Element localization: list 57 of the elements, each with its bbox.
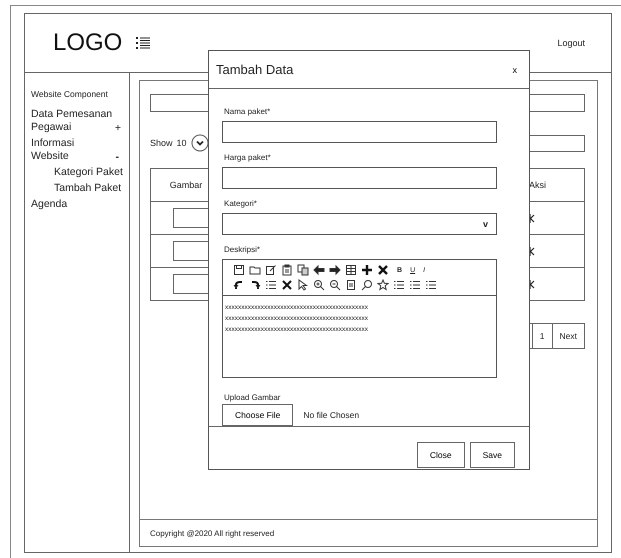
expand-toggle[interactable]: + (114, 122, 123, 134)
field-label: Nama paket* (224, 107, 272, 116)
copy-icon[interactable] (297, 264, 309, 276)
sidebar-item[interactable]: Informasi Website (31, 137, 112, 163)
list-icon[interactable] (425, 279, 437, 291)
cross-icon[interactable] (377, 264, 389, 276)
cross-icon[interactable] (281, 279, 293, 291)
left-icon[interactable] (313, 264, 325, 276)
action-icon[interactable] (529, 280, 535, 288)
paste-icon[interactable] (281, 264, 293, 276)
file-status: No file Chosen (303, 410, 360, 420)
action-icon[interactable] (529, 246, 535, 256)
sidebar-title: Website Component (31, 89, 109, 99)
logout-link[interactable]: Logout (557, 38, 585, 48)
zoomin-icon[interactable] (313, 279, 325, 291)
search-icon[interactable] (361, 279, 373, 291)
save-icon[interactable] (233, 264, 245, 276)
sidebar-item[interactable]: Data Pemesanan Pegawai (31, 108, 115, 134)
page-icon[interactable] (345, 279, 357, 291)
undo-icon[interactable] (233, 279, 245, 291)
dialog-button[interactable]: Save (470, 442, 515, 468)
list-icon[interactable] (393, 279, 405, 291)
action-icon[interactable] (529, 214, 535, 222)
select-field[interactable]: v (222, 213, 497, 235)
list-icon[interactable] (409, 279, 421, 291)
right-icon[interactable] (329, 264, 341, 276)
field-label: Upload Gambar (224, 393, 282, 402)
pagination-button[interactable]: 1 (532, 323, 553, 349)
list-icon[interactable] (265, 279, 277, 291)
field-label: Harga paket* (224, 153, 272, 162)
copyright-text: Copyright @2020 All right reserved (150, 528, 274, 538)
sidebar-subitem[interactable]: Tambah Paket (31, 182, 123, 195)
sidebar-item[interactable]: Agenda (31, 198, 68, 211)
page-size-value: 10 (176, 138, 187, 148)
zoomout-icon[interactable] (329, 279, 341, 291)
expand-toggle[interactable]: - (112, 151, 123, 163)
field-label: Kategori* (224, 199, 258, 208)
table-icon[interactable] (345, 264, 357, 276)
input-field[interactable] (222, 167, 497, 189)
folder-icon[interactable] (249, 264, 261, 276)
redo-icon[interactable] (249, 279, 261, 291)
cursor-icon[interactable] (297, 279, 309, 291)
menu-icon[interactable] (136, 36, 150, 50)
star-icon[interactable] (377, 279, 389, 291)
logo: LOGO (53, 29, 122, 57)
plus-icon[interactable] (361, 264, 373, 276)
pagination-button[interactable]: Next (552, 323, 585, 349)
input-field[interactable] (222, 121, 497, 143)
sidebar-subitem[interactable]: Kategori Paket (31, 166, 123, 179)
choose-file-button[interactable]: Choose File (222, 404, 294, 426)
field-label: Deskripsi* (224, 245, 262, 254)
dismiss-button[interactable]: x (512, 64, 517, 74)
modal-title: Tambah Data (216, 62, 294, 77)
dialog-button[interactable]: Close (416, 442, 465, 468)
edit-icon[interactable] (265, 264, 277, 276)
show-label: Show (150, 138, 173, 148)
dropdown-icon[interactable] (190, 134, 209, 152)
